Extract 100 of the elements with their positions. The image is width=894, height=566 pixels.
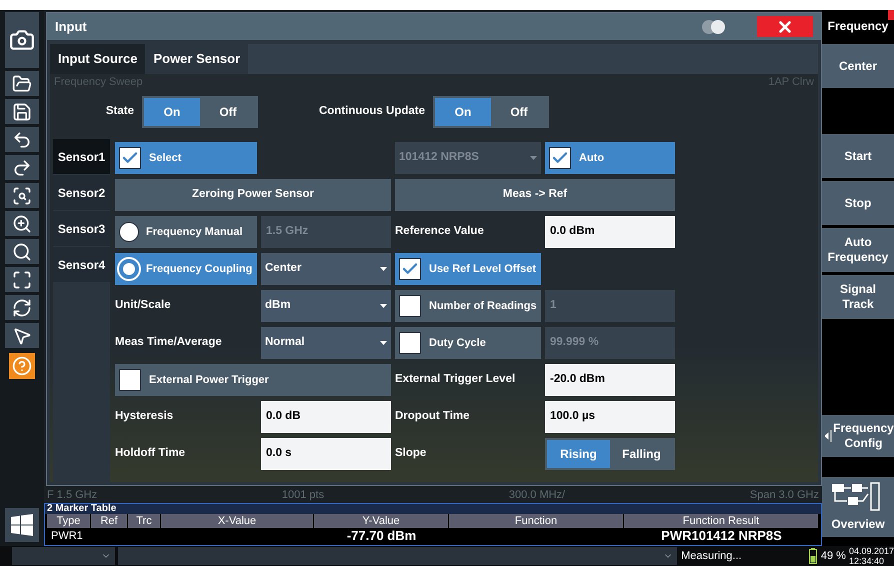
battery-icon: [808, 548, 817, 564]
overview-button[interactable]: Overview: [822, 477, 894, 537]
checkbox-option[interactable]: Use Ref Level Offset: [395, 253, 541, 285]
toolbar-button[interactable]: [5, 71, 39, 96]
axis-label: 1001 pts: [282, 488, 324, 503]
frame-icon: [12, 270, 32, 290]
table-cell: -77.70 dBm: [346, 528, 416, 543]
segmented-toggle[interactable]: On Off: [433, 96, 549, 128]
caret-icon: [380, 341, 387, 345]
caret-icon: [380, 304, 387, 308]
field-label: Unit/Scale: [115, 298, 171, 314]
toolbar-button[interactable]: [5, 127, 39, 152]
radio-button[interactable]: [119, 259, 139, 279]
softkey-menu-title: Frequency: [822, 10, 894, 42]
softkey[interactable]: Stop: [822, 181, 894, 225]
time-text: 12:34:40: [848, 556, 885, 566]
refresh-icon: [12, 298, 32, 318]
softkey[interactable]: Frequency Config: [822, 415, 894, 457]
toolbar-button[interactable]: [5, 295, 39, 320]
action-button[interactable]: Meas -> Ref: [395, 179, 675, 211]
input-field[interactable]: -20.0 dBm: [545, 364, 675, 396]
softkey[interactable]: Signal Track: [822, 275, 894, 319]
pointer-icon: [12, 326, 32, 346]
zoom-icon: [12, 186, 32, 206]
tab[interactable]: Power Sensor: [145, 44, 248, 74]
radio-option[interactable]: Frequency Manual: [115, 216, 257, 248]
camera-button[interactable]: [5, 12, 39, 68]
toggle-option[interactable]: Rising: [547, 440, 610, 468]
toolbar-button[interactable]: [5, 183, 39, 208]
sensor-tab[interactable]: Sensor1: [53, 139, 110, 174]
toggle-option[interactable]: Off: [491, 98, 547, 126]
checkbox-option[interactable]: Number of Readings: [395, 290, 541, 322]
softkey[interactable]: Start: [822, 134, 894, 178]
caret-icon: [530, 156, 537, 160]
table-cell: PWR1: [51, 530, 83, 542]
field-label: Reference Value: [395, 224, 484, 240]
toolbar-button[interactable]: [5, 239, 39, 264]
field-label: Slope: [395, 446, 426, 462]
checkbox-label: Select: [149, 150, 182, 166]
checkbox-option[interactable]: Duty Cycle: [395, 327, 541, 359]
sensor-tab[interactable]: Sensor2: [53, 175, 110, 210]
checkbox-option[interactable]: Select: [115, 142, 257, 174]
sensor-tab[interactable]: Sensor4: [53, 247, 110, 282]
column-header: Y-Value: [314, 514, 449, 528]
zoom-in-icon: [12, 214, 32, 234]
start-button[interactable]: [5, 508, 39, 542]
softkey[interactable]: Center: [822, 44, 894, 88]
column-header: Trc: [128, 514, 161, 528]
toolbar-button[interactable]: [5, 99, 39, 124]
segmented-toggle[interactable]: Rising Falling: [545, 438, 675, 470]
radio-label: Frequency Coupling: [146, 262, 252, 277]
radio-option[interactable]: Frequency Coupling: [115, 253, 257, 285]
checkbox[interactable]: [399, 295, 421, 317]
checkbox-option[interactable]: Auto: [545, 142, 675, 174]
toolbar-button[interactable]: [5, 323, 39, 348]
submenu-arrow-icon: [825, 429, 833, 443]
input-field[interactable]: 0.0 dB: [261, 401, 391, 433]
toolbar-button[interactable]: [5, 155, 39, 180]
date-text: 04.09.2017: [848, 546, 894, 556]
field-label: Meas Time/Average: [115, 335, 222, 350]
battery-level: 49 %: [820, 548, 846, 564]
caret-icon: [380, 267, 387, 271]
search-icon: [12, 242, 32, 262]
input-field[interactable]: 0.0 dBm: [545, 216, 675, 248]
checkbox[interactable]: [399, 258, 421, 280]
toggle-option[interactable]: Falling: [610, 440, 673, 468]
dropdown[interactable]: dBm: [261, 290, 391, 322]
sensor-tab[interactable]: Sensor3: [53, 211, 110, 246]
column-header: Function Result: [624, 514, 819, 528]
toggle-option[interactable]: On: [435, 98, 491, 126]
radio-button[interactable]: [119, 222, 139, 242]
checkbox-label: Duty Cycle: [429, 336, 486, 351]
axis-label: 300.0 MHz/: [508, 488, 566, 503]
segmented-toggle[interactable]: On Off: [142, 96, 258, 128]
dropdown[interactable]: Center: [261, 253, 391, 285]
save-icon: [12, 102, 32, 122]
toggle-option[interactable]: On: [144, 98, 200, 126]
toggle-option[interactable]: Off: [200, 98, 256, 126]
toolbar-button[interactable]: [5, 211, 39, 236]
action-button[interactable]: Zeroing Power Sensor: [115, 179, 391, 211]
checkbox-label: Auto: [579, 150, 604, 166]
input-field[interactable]: 100.0 µs: [545, 401, 675, 433]
checkbox[interactable]: [119, 369, 141, 391]
checkbox-option[interactable]: External Power Trigger: [115, 364, 391, 396]
softkey[interactable]: Auto Frequency: [822, 228, 894, 272]
tab[interactable]: Input Source: [50, 44, 146, 74]
toolbar-button[interactable]: [5, 267, 39, 292]
field-label: Holdoff Time: [115, 446, 186, 462]
toggle-icon: [701, 20, 727, 34]
continuous-update-label: Continuous Update: [318, 104, 426, 120]
checkbox[interactable]: [549, 147, 571, 169]
checkbox[interactable]: [399, 332, 421, 354]
field-label: External Trigger Level: [395, 372, 516, 388]
input-field[interactable]: 0.0 s: [261, 438, 391, 470]
close-button[interactable]: [757, 16, 813, 37]
checkbox-label: External Power Trigger: [149, 372, 269, 388]
dropdown[interactable]: Normal: [261, 327, 391, 359]
redo-icon: [12, 158, 32, 178]
checkbox[interactable]: [119, 147, 141, 169]
checkbox-label: Number of Readings: [429, 298, 537, 314]
